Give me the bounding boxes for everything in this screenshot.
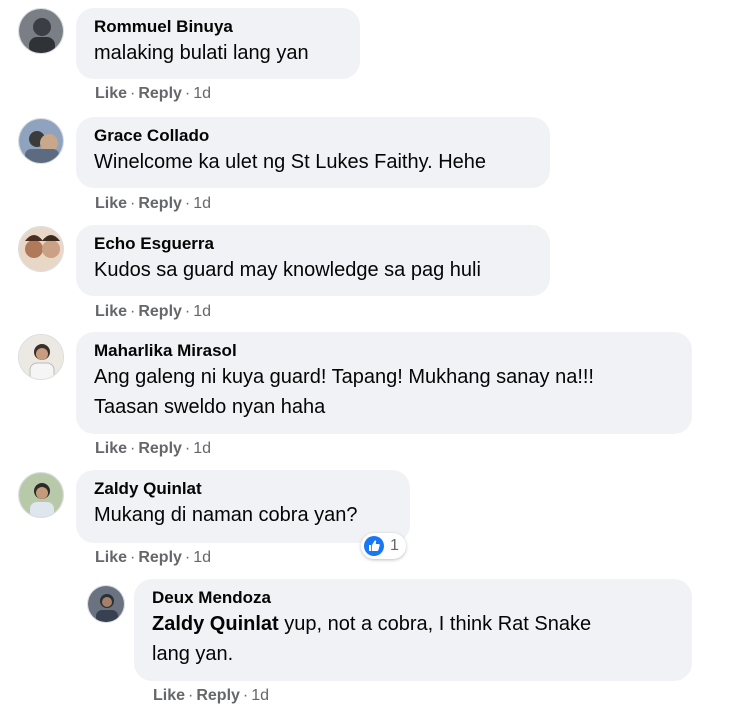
comment-actions: Like · Reply · 1d — [95, 440, 212, 457]
comment-time[interactable]: 1d — [193, 549, 211, 566]
reply-link[interactable]: Reply — [138, 549, 182, 566]
like-link[interactable]: Like — [95, 549, 127, 566]
like-link[interactable]: Like — [95, 440, 127, 457]
comment-text: Mukang di naman cobra yan? — [94, 504, 358, 526]
reply-link[interactable]: Reply — [196, 687, 240, 704]
comment-bubble: Grace Collado Winelcome ka ulet ng St Lu… — [76, 117, 550, 188]
reply-author[interactable]: Deux Mendoza — [152, 587, 678, 609]
comment-bubble: Echo Esguerra Kudos sa guard may knowled… — [76, 225, 550, 296]
avatar[interactable] — [18, 8, 64, 54]
reply-link[interactable]: Reply — [138, 85, 182, 102]
comment-author[interactable]: Grace Collado — [94, 125, 536, 147]
comment-text: Winelcome ka ulet ng St Lukes Faithy. He… — [94, 151, 487, 173]
avatar[interactable] — [87, 585, 125, 623]
comment-author[interactable]: Rommuel Binuya — [94, 16, 346, 38]
comment-text: Kudos sa guard may knowledge sa pag huli — [94, 259, 481, 281]
comment-actions: Like · Reply · 1d — [95, 549, 212, 566]
reply-text-part: yup, not a cobra, I think Rat Snake — [278, 613, 592, 635]
comment-time[interactable]: 1d — [193, 440, 211, 457]
like-link[interactable]: Like — [95, 195, 127, 212]
comment-time[interactable]: 1d — [251, 687, 269, 704]
like-link[interactable]: Like — [153, 687, 185, 704]
comment-actions: Like · Reply · 1d — [95, 85, 212, 102]
reply-actions: Like · Reply · 1d — [153, 687, 270, 704]
reply-text: Zaldy Quinlat yup, not a cobra, I think … — [152, 609, 678, 639]
comment-text: malaking bulati lang yan — [94, 42, 309, 64]
avatar[interactable] — [18, 118, 64, 164]
avatar[interactable] — [18, 226, 64, 272]
like-link[interactable]: Like — [95, 85, 127, 102]
reaction-count: 1 — [390, 537, 399, 554]
comment-bubble: Zaldy Quinlat Mukang di naman cobra yan? — [76, 470, 410, 543]
reply-link[interactable]: Reply — [138, 303, 182, 320]
comment-time[interactable]: 1d — [193, 85, 211, 102]
comment-actions: Like · Reply · 1d — [95, 195, 212, 212]
comment-text: Taasan sweldo nyan haha — [94, 396, 326, 418]
comment-author[interactable]: Maharlika Mirasol — [94, 340, 678, 362]
mention-link[interactable]: Zaldy Quinlat — [152, 613, 279, 635]
comment-time[interactable]: 1d — [193, 303, 211, 320]
reply-link[interactable]: Reply — [138, 195, 182, 212]
reaction-summary[interactable]: 1 — [361, 533, 406, 559]
avatar[interactable] — [18, 334, 64, 380]
thumbs-up-icon — [364, 536, 384, 556]
reply-text: lang yan. — [152, 643, 234, 665]
reply-bubble: Deux Mendoza Zaldy Quinlat yup, not a co… — [134, 579, 692, 681]
like-link[interactable]: Like — [95, 303, 127, 320]
comment-time[interactable]: 1d — [193, 195, 211, 212]
reply-link[interactable]: Reply — [138, 440, 182, 457]
comment-author[interactable]: Zaldy Quinlat — [94, 478, 396, 500]
comment-author[interactable]: Echo Esguerra — [94, 233, 536, 255]
comment-bubble: Rommuel Binuya malaking bulati lang yan — [76, 8, 360, 79]
comment-actions: Like · Reply · 1d — [95, 303, 212, 320]
comment-text: Ang galeng ni kuya guard! Tapang! Mukhan… — [94, 366, 594, 388]
avatar[interactable] — [18, 472, 64, 518]
comment-bubble: Maharlika Mirasol Ang galeng ni kuya gua… — [76, 332, 692, 434]
